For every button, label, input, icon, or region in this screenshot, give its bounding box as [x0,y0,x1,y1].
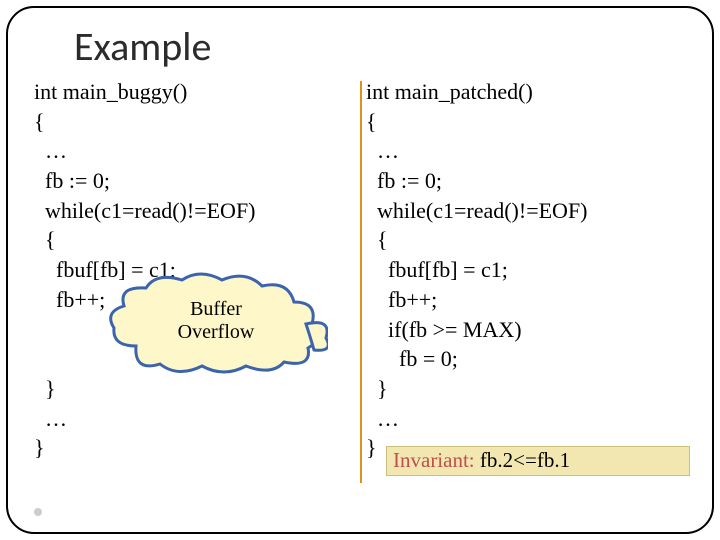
slide-number-dot [34,508,42,516]
invariant-expr: fb.2<=fb.1 [475,448,570,472]
code-columns: int main_buggy() { … fb := 0; while(c1=r… [34,77,686,463]
callout-text: Buffer Overflow [104,298,328,344]
invariant-tag: Invariant: fb.2<=fb.1 [386,446,690,476]
buffer-overflow-callout: Buffer Overflow [104,272,328,376]
invariant-label: Invariant: [393,448,475,472]
callout-line1: Buffer [190,298,242,320]
code-left: int main_buggy() { … fb := 0; while(c1=r… [34,77,360,463]
slide-title: Example [74,22,686,71]
slide-frame: Example int main_buggy() { … fb := 0; wh… [6,6,714,534]
callout-line2: Overflow [178,321,255,343]
column-divider [360,81,362,483]
code-right: int main_patched() { … fb := 0; while(c1… [360,77,686,463]
